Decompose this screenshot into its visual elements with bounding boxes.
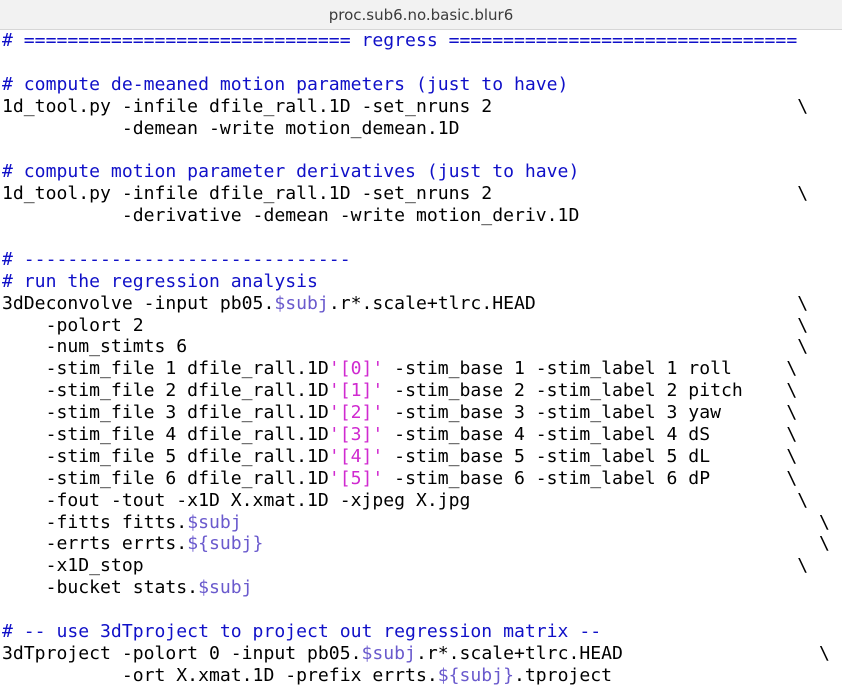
code-line: # run the regression analysis [2, 271, 842, 293]
code-text: 3dTproject -polort 0 -input pb05. [2, 642, 362, 664]
code-text: -stim_base 2 -stim_label 2 pitch \ [383, 380, 798, 402]
code-text: -stim_file 3 dfile_rall.1D [2, 402, 329, 424]
code-text: 3dDeconvolve -input pb05. [2, 292, 275, 314]
code-line: -bucket stats.$subj [2, 577, 842, 599]
code-text: -stim_base 1 -stim_label 1 roll \ [383, 358, 798, 380]
code-text: .r*.scale+tlrc.HEAD \ [328, 292, 809, 314]
code-text: 1d_tool.py -infile dfile_rall.1D -set_nr… [2, 95, 809, 117]
code-line: -x1D_stop \ [2, 555, 842, 577]
code-line: # ============================== regress… [2, 30, 842, 52]
code-line: -fout -tout -x1D X.xmat.1D -xjpeg X.jpg … [2, 490, 842, 512]
code-text: 1d_tool.py -infile dfile_rall.1D -set_nr… [2, 183, 809, 205]
code-string: '[4]' [328, 445, 384, 467]
code-line: 1d_tool.py -infile dfile_rall.1D -set_nr… [2, 183, 842, 205]
code-line: -demean -write motion_demean.1D [2, 118, 842, 140]
code-text: -x1D_stop \ [2, 555, 809, 577]
code-text: -stim_file 2 dfile_rall.1D [2, 380, 329, 402]
code-line: -stim_file 6 dfile_rall.1D'[5]' -stim_ba… [2, 468, 842, 490]
code-string: '[0]' [328, 358, 384, 380]
code-text: -stim_file 5 dfile_rall.1D [2, 445, 329, 467]
code-line: -num_stimts 6 \ [2, 336, 842, 358]
code-string: '[3]' [328, 424, 384, 446]
code-text: -bucket stats. [2, 577, 199, 599]
code-line: -derivative -demean -write motion_deriv.… [2, 205, 842, 227]
code-line: # compute motion parameter derivatives (… [2, 161, 842, 183]
code-line: # -- use 3dTproject to project out regre… [2, 621, 842, 643]
code-text: -stim_base 4 -stim_label 4 dS \ [383, 424, 798, 446]
code-variable: $subj [198, 577, 253, 599]
code-line: -stim_file 1 dfile_rall.1D'[0]' -stim_ba… [2, 358, 842, 380]
code-variable: $subj [187, 511, 242, 533]
code-line: -ort X.xmat.1D -prefix errts.${subj}.tpr… [2, 665, 842, 687]
code-text: -derivative -demean -write motion_deriv.… [2, 205, 580, 227]
code-comment: # ============================== regress… [2, 30, 798, 51]
code-text: -fout -tout -x1D X.xmat.1D -xjpeg X.jpg … [2, 489, 809, 511]
code-text: -demean -write motion_demean.1D [2, 117, 460, 139]
code-text: -errts errts. [2, 533, 188, 555]
code-comment: # compute motion parameter derivatives (… [2, 161, 580, 183]
code-line: -stim_file 3 dfile_rall.1D'[2]' -stim_ba… [2, 402, 842, 424]
code-line: -stim_file 2 dfile_rall.1D'[1]' -stim_ba… [2, 380, 842, 402]
code-comment: # compute de-meaned motion parameters (j… [2, 73, 569, 95]
window-titlebar: proc.sub6.no.basic.blur6 [0, 0, 842, 30]
code-text: -num_stimts 6 \ [2, 336, 809, 358]
code-text: -ort X.xmat.1D -prefix errts. [2, 664, 438, 686]
code-string: '[5]' [328, 467, 384, 489]
code-variable: ${subj} [187, 533, 264, 555]
code-text: \ [263, 533, 830, 555]
code-text: -stim_base 3 -stim_label 3 yaw \ [383, 402, 798, 424]
code-line: -stim_file 4 dfile_rall.1D'[3]' -stim_ba… [2, 424, 842, 446]
code-line: # ------------------------------ [2, 249, 842, 271]
code-line: -polort 2 \ [2, 315, 842, 337]
code-text: .r*.scale+tlrc.HEAD \ [415, 642, 830, 664]
code-comment: # ------------------------------ [2, 248, 351, 270]
code-line: # compute de-meaned motion parameters (j… [2, 74, 842, 96]
code-variable: ${subj} [437, 664, 514, 686]
code-text: -polort 2 \ [2, 314, 809, 336]
code-string: '[2]' [328, 402, 384, 424]
code-variable: $subj [274, 292, 329, 314]
code-text: -stim_file 4 dfile_rall.1D [2, 424, 329, 446]
code-string: '[1]' [328, 380, 384, 402]
code-line: 3dTproject -polort 0 -input pb05.$subj.r… [2, 643, 842, 665]
code-comment: # run the regression analysis [2, 270, 318, 292]
code-text: -stim_file 6 dfile_rall.1D [2, 467, 329, 489]
window-title: proc.sub6.no.basic.blur6 [328, 5, 514, 24]
code-line: -stim_file 5 dfile_rall.1D'[4]' -stim_ba… [2, 446, 842, 468]
code-line: 3dDeconvolve -input pb05.$subj.r*.scale+… [2, 293, 842, 315]
code-comment: # -- use 3dTproject to project out regre… [2, 621, 602, 643]
code-line: 1d_tool.py -infile dfile_rall.1D -set_nr… [2, 96, 842, 118]
code-editor[interactable]: # ============================== regress… [0, 30, 842, 687]
code-variable: $subj [361, 642, 416, 664]
code-line: -errts errts.${subj} \ [2, 533, 842, 555]
code-text: -stim_file 1 dfile_rall.1D [2, 358, 329, 380]
code-line: -fitts fitts.$subj \ [2, 512, 842, 534]
code-text: .tproject [514, 664, 613, 686]
code-text: -stim_base 6 -stim_label 6 dP \ [383, 467, 798, 489]
code-text: \ [241, 511, 830, 533]
code-text: -stim_base 5 -stim_label 5 dL \ [383, 445, 798, 467]
code-text: -fitts fitts. [2, 511, 188, 533]
